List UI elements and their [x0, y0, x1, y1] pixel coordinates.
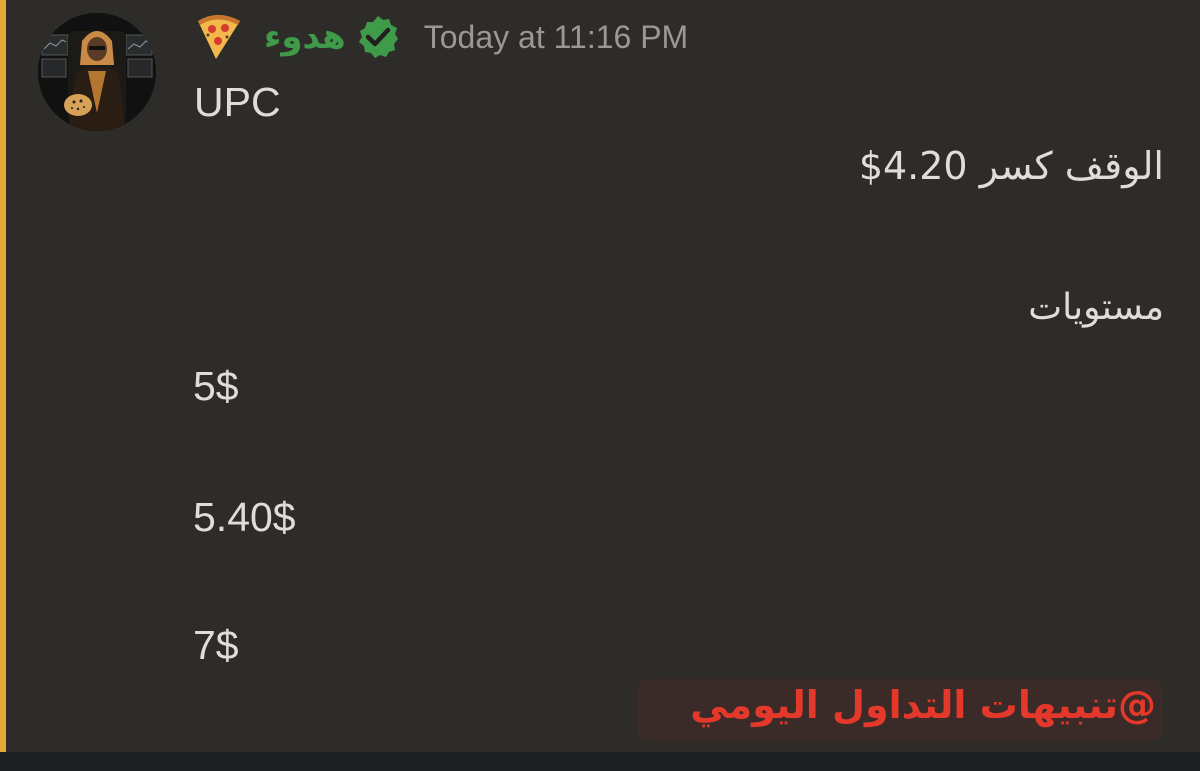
mention-highlight-bar	[0, 0, 6, 752]
chat-message: هدوء Today at 11:16 PM UPC الوقف كسر 4.2…	[0, 0, 1200, 752]
chat-bottom-strip	[0, 752, 1200, 771]
message-level-item: 7$	[193, 622, 239, 668]
pizza-icon	[198, 15, 240, 59]
message-level-item: 5.40$	[193, 494, 296, 540]
message-levels-label: مستويات	[1028, 287, 1164, 328]
message-header: هدوء Today at 11:16 PM	[192, 2, 688, 72]
user-avatar[interactable]	[38, 13, 156, 131]
username[interactable]: هدوء	[264, 20, 346, 54]
message-ticker-line: UPC	[194, 79, 281, 125]
watermark-text: @تنبيهات التداول اليومي	[690, 683, 1156, 727]
message-timestamp[interactable]: Today at 11:16 PM	[424, 21, 688, 53]
verified-check-icon	[358, 16, 398, 58]
avatar-image	[38, 13, 156, 131]
message-level-item: 5$	[193, 363, 239, 409]
message-stop-line: الوقف كسر 4.20$	[858, 144, 1164, 188]
watermark-badge: @تنبيهات التداول اليومي	[638, 679, 1162, 741]
